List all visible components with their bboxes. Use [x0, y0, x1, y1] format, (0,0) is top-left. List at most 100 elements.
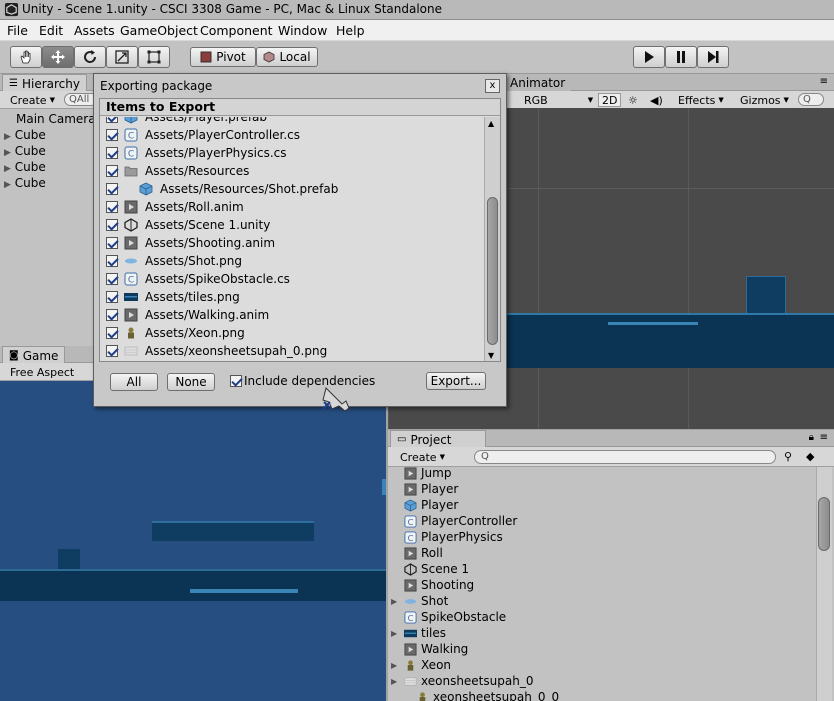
checkbox-checked-icon[interactable]	[230, 375, 242, 387]
menu-window[interactable]: Window	[278, 23, 327, 38]
project-scroll-thumb[interactable]	[818, 497, 830, 551]
checkbox-checked-icon[interactable]	[106, 129, 118, 141]
local-toggle[interactable]: Local	[256, 47, 318, 67]
expand-triangle-icon[interactable]: ▶	[391, 677, 397, 686]
game-view[interactable]	[0, 381, 386, 701]
hand-tool-button[interactable]	[10, 46, 42, 68]
hierarchy-item[interactable]: ▶ Cube	[4, 176, 46, 190]
checkbox-checked-icon[interactable]	[106, 345, 118, 357]
play-button[interactable]	[633, 46, 665, 68]
project-asset-item[interactable]: ▶ Xeon	[391, 657, 451, 673]
menu-edit[interactable]: Edit	[39, 23, 63, 38]
panel-menu-icon[interactable]: ≡	[820, 432, 828, 443]
expand-triangle-icon[interactable]: ▶	[4, 180, 11, 190]
checkbox-checked-icon[interactable]	[106, 117, 118, 123]
menu-file[interactable]: File	[7, 23, 28, 38]
project-search-input[interactable]: Q	[474, 450, 776, 464]
scene-search-input[interactable]: Q	[798, 93, 824, 106]
project-asset-item[interactable]: Walking	[404, 641, 468, 657]
checkbox-checked-icon[interactable]	[106, 309, 118, 321]
project-asset-item[interactable]: Scene 1	[404, 561, 469, 577]
checkbox-checked-icon[interactable]	[106, 183, 118, 195]
project-create-dropdown[interactable]: Create ▼	[400, 450, 445, 464]
export-item-row[interactable]: Assets/xeonsheetsupah_0.png	[106, 342, 327, 360]
panel-menu-icon[interactable]: ≡	[820, 76, 828, 87]
lighting-toggle[interactable]: ☼	[628, 93, 638, 107]
export-item-row[interactable]: Assets/Player.prefab	[106, 117, 267, 126]
checkbox-checked-icon[interactable]	[106, 327, 118, 339]
rotate-tool-button[interactable]	[74, 46, 106, 68]
effects-dropdown[interactable]: Effects ▼	[678, 93, 724, 107]
export-item-row[interactable]: Assets/Shooting.anim	[106, 234, 275, 252]
checkbox-checked-icon[interactable]	[106, 255, 118, 267]
scroll-down-arrow-icon[interactable]: ▼	[488, 351, 494, 360]
project-asset-item[interactable]: ▶ xeonsheetsupah_0	[391, 673, 533, 689]
tab-hierarchy[interactable]: ☰ Hierarchy	[2, 74, 87, 91]
menu-component[interactable]: Component	[200, 23, 273, 38]
menu-gameobject[interactable]: GameObject	[120, 23, 198, 38]
export-item-row[interactable]: C Assets/PlayerPhysics.cs	[106, 144, 286, 162]
scale-tool-button[interactable]	[106, 46, 138, 68]
export-item-row[interactable]: Assets/Resources/Shot.prefab	[106, 180, 338, 198]
pause-button[interactable]	[665, 46, 697, 68]
project-asset-item[interactable]: C PlayerPhysics	[404, 529, 503, 545]
project-asset-item[interactable]: C PlayerController	[404, 513, 517, 529]
hierarchy-item[interactable]: ▶ Cube	[4, 160, 46, 174]
export-item-row[interactable]: Assets/tiles.png	[106, 288, 240, 306]
expand-triangle-icon[interactable]: ▶	[4, 148, 11, 158]
lock-icon[interactable]: 🔒︎	[809, 432, 814, 443]
project-asset-item[interactable]: C SpikeObstacle	[404, 609, 506, 625]
project-asset-item[interactable]: Jump	[404, 467, 451, 481]
expand-triangle-icon[interactable]: ▶	[391, 629, 397, 638]
export-scroll-thumb[interactable]	[487, 197, 498, 345]
project-asset-item[interactable]: xeonsheetsupah_0_0	[416, 689, 559, 701]
select-all-button[interactable]: All	[110, 373, 158, 391]
expand-triangle-icon[interactable]: ▶	[391, 661, 397, 670]
pivot-toggle[interactable]: Pivot	[190, 47, 256, 67]
checkbox-checked-icon[interactable]	[106, 219, 118, 231]
step-button[interactable]	[697, 46, 729, 68]
checkbox-checked-icon[interactable]	[106, 165, 118, 177]
export-item-row[interactable]: C Assets/PlayerController.cs	[106, 126, 300, 144]
close-button[interactable]: x	[485, 79, 500, 93]
export-item-row[interactable]: Assets/Walking.anim	[106, 306, 269, 324]
scroll-up-arrow-icon[interactable]: ▲	[488, 119, 494, 128]
mode-2d-toggle[interactable]: 2D	[598, 93, 622, 107]
gizmos-dropdown[interactable]: Gizmos ▼	[740, 93, 789, 107]
checkbox-checked-icon[interactable]	[106, 273, 118, 285]
hierarchy-item[interactable]: ▶ Cube	[4, 128, 46, 142]
rect-tool-button[interactable]	[138, 46, 170, 68]
filter-label-icon[interactable]: ◆	[806, 450, 814, 463]
aspect-dropdown[interactable]: Free Aspect	[10, 365, 74, 379]
expand-triangle-icon[interactable]: ▶	[391, 597, 397, 606]
tab-project[interactable]: ▭ Project	[390, 430, 486, 447]
checkbox-checked-icon[interactable]	[106, 147, 118, 159]
project-asset-item[interactable]: Roll	[404, 545, 443, 561]
expand-triangle-icon[interactable]: ▶	[4, 164, 11, 174]
checkbox-checked-icon[interactable]	[106, 291, 118, 303]
export-item-row[interactable]: Assets/Shot.png	[106, 252, 242, 270]
project-asset-item[interactable]: ▶ tiles	[391, 625, 446, 641]
move-tool-button[interactable]	[42, 46, 74, 68]
tab-animator[interactable]: Animator	[504, 74, 572, 91]
rgb-dropdown[interactable]: RGB ▼	[524, 93, 593, 107]
hierarchy-item[interactable]: Main Camera	[16, 112, 96, 126]
hierarchy-item[interactable]: ▶ Cube	[4, 144, 46, 158]
checkbox-checked-icon[interactable]	[106, 201, 118, 213]
export-item-row[interactable]: C Assets/SpikeObstacle.cs	[106, 270, 290, 288]
tab-game[interactable]: ◙ Game	[2, 346, 66, 363]
project-asset-item[interactable]: Player	[404, 481, 458, 497]
export-item-row[interactable]: Assets/Scene 1.unity	[106, 216, 270, 234]
hierarchy-create-dropdown[interactable]: Create ▼	[10, 93, 55, 107]
expand-triangle-icon[interactable]: ▶	[4, 132, 11, 142]
export-item-row[interactable]: Assets/Xeon.png	[106, 324, 245, 342]
project-asset-item[interactable]: Player	[404, 497, 458, 513]
project-asset-item[interactable]: ▶ Shot	[391, 593, 448, 609]
menu-assets[interactable]: Assets	[74, 23, 115, 38]
export-item-row[interactable]: Assets/Resources	[106, 162, 249, 180]
export-item-row[interactable]: Assets/Roll.anim	[106, 198, 244, 216]
export-button[interactable]: Export...	[426, 372, 486, 390]
export-scrollbar[interactable]: ▲ ▼	[484, 117, 500, 361]
project-scrollbar[interactable]	[816, 467, 832, 701]
project-asset-item[interactable]: Shooting	[404, 577, 474, 593]
